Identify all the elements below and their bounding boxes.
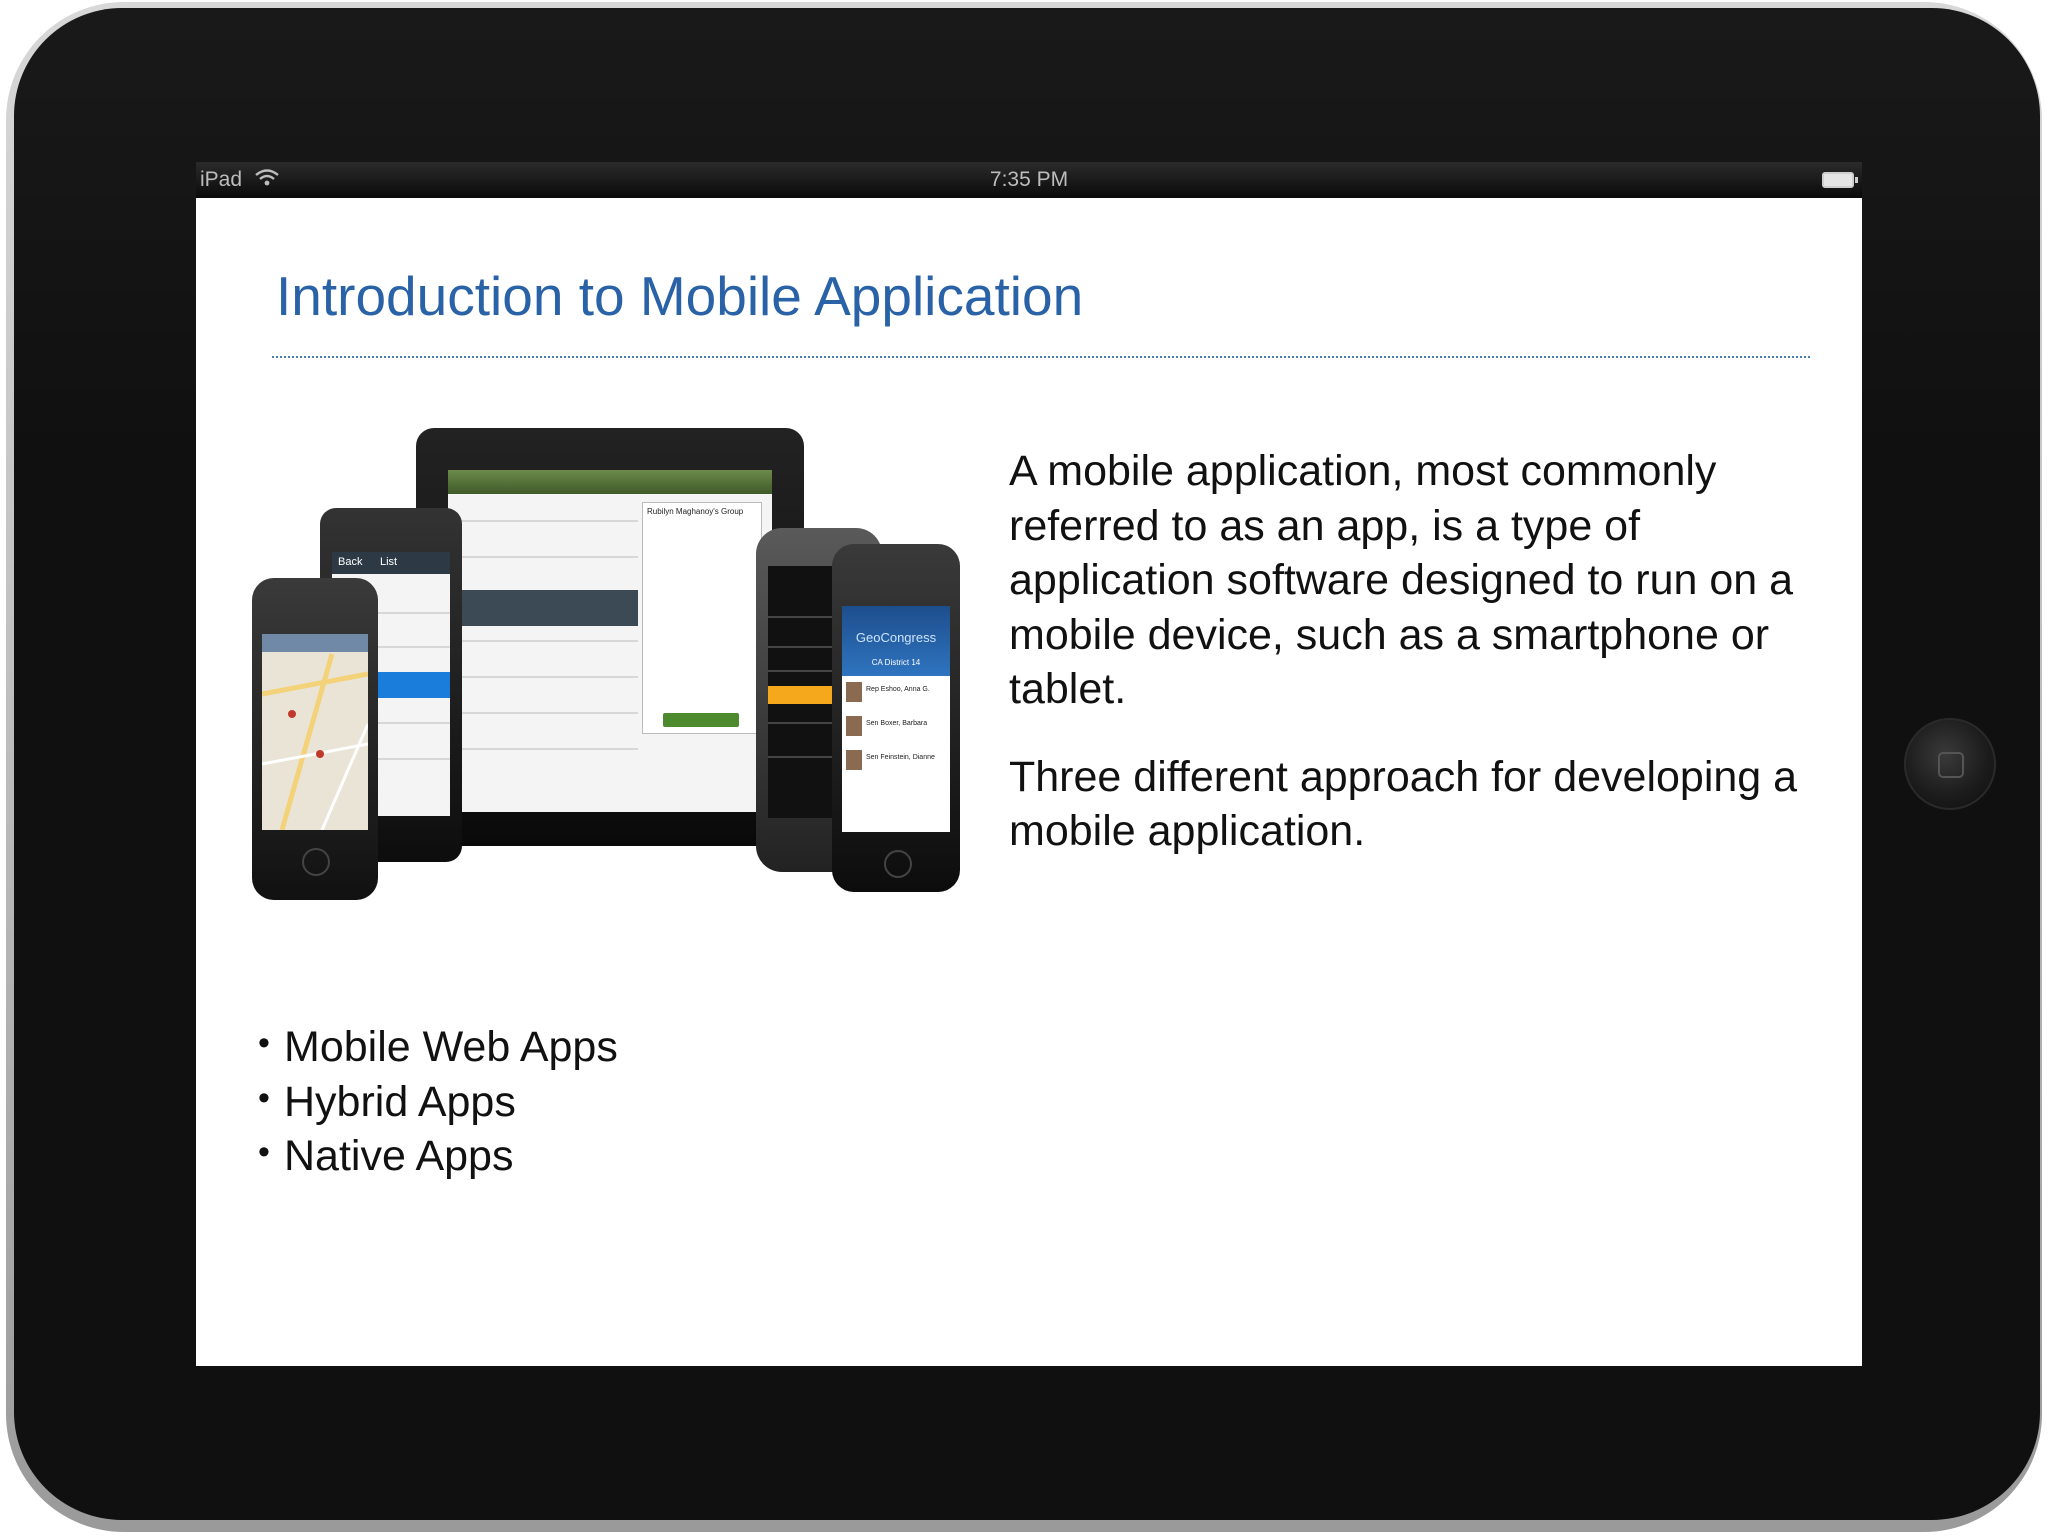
tablet-header-label: Rubilyn Maghanoy's Group	[647, 507, 744, 516]
list-item: Mobile Web Apps	[256, 1016, 618, 1075]
slide-title: Introduction to Mobile Application	[276, 265, 1084, 327]
list-item: Hybrid Apps	[256, 1071, 618, 1130]
android-phone-titlebar: Back List	[332, 552, 450, 574]
iphone-home-button	[302, 848, 330, 876]
geocongress-person-2: Sen Boxer, Barbara	[866, 720, 928, 727]
status-time: 7:35 PM	[989, 168, 1069, 191]
presentation-slide: Introduction to Mobile Application Rubil…	[196, 198, 1862, 1366]
geocongress-district: CA District 14	[871, 658, 921, 667]
geocongress-screen: GeoCongress CA District 14 Rep Eshoo, An…	[842, 606, 950, 832]
definition-paragraph: A mobile application, most commonly refe…	[1009, 447, 1794, 713]
mobile-devices-image: Rubilyn Maghanoy's Group Back List GeoCo…	[252, 428, 960, 914]
battery-icon	[1822, 172, 1858, 188]
title-divider	[272, 356, 1810, 358]
slide-body: A mobile application, most commonly refe…	[1009, 444, 1809, 859]
status-bar: iPad 7:35 PM	[196, 162, 1862, 198]
home-square-icon	[1938, 752, 1964, 778]
iphone-geocongress: GeoCongress CA District 14 Rep Eshoo, An…	[832, 544, 960, 892]
approach-list: Mobile Web Apps Hybrid Apps Native Apps	[256, 1016, 618, 1184]
avatar	[846, 750, 862, 770]
tablet-action-button	[663, 713, 739, 727]
approaches-paragraph: Three different approach for developing …	[1009, 752, 1798, 856]
android-list-label: List	[380, 556, 398, 568]
tablet-device: Rubilyn Maghanoy's Group	[416, 428, 804, 846]
tablet-detail-card: Rubilyn Maghanoy's Group	[642, 502, 762, 734]
geocongress-person-1: Rep Eshoo, Anna G.	[866, 686, 930, 693]
avatar	[846, 682, 862, 702]
home-button[interactable]	[1904, 718, 1996, 810]
geocongress-app-name: GeoCongress	[855, 630, 937, 645]
geocongress-person-3: Sen Feinstein, Dianne	[866, 754, 935, 761]
list-item: Native Apps	[256, 1125, 618, 1184]
geocongress-header: GeoCongress CA District 14	[842, 606, 950, 676]
avatar	[846, 716, 862, 736]
tablet-screen: Rubilyn Maghanoy's Group	[448, 470, 772, 812]
iphone-home-button	[884, 850, 912, 878]
ipad-screen: iPad 7:35 PM Introduction to Mobile Appl…	[196, 162, 1862, 1366]
map-screen	[262, 634, 368, 830]
tablet-selected-row	[448, 590, 638, 626]
iphone-map	[252, 578, 378, 900]
tablet-toolbar	[448, 470, 772, 494]
android-back-label: Back	[338, 556, 363, 568]
